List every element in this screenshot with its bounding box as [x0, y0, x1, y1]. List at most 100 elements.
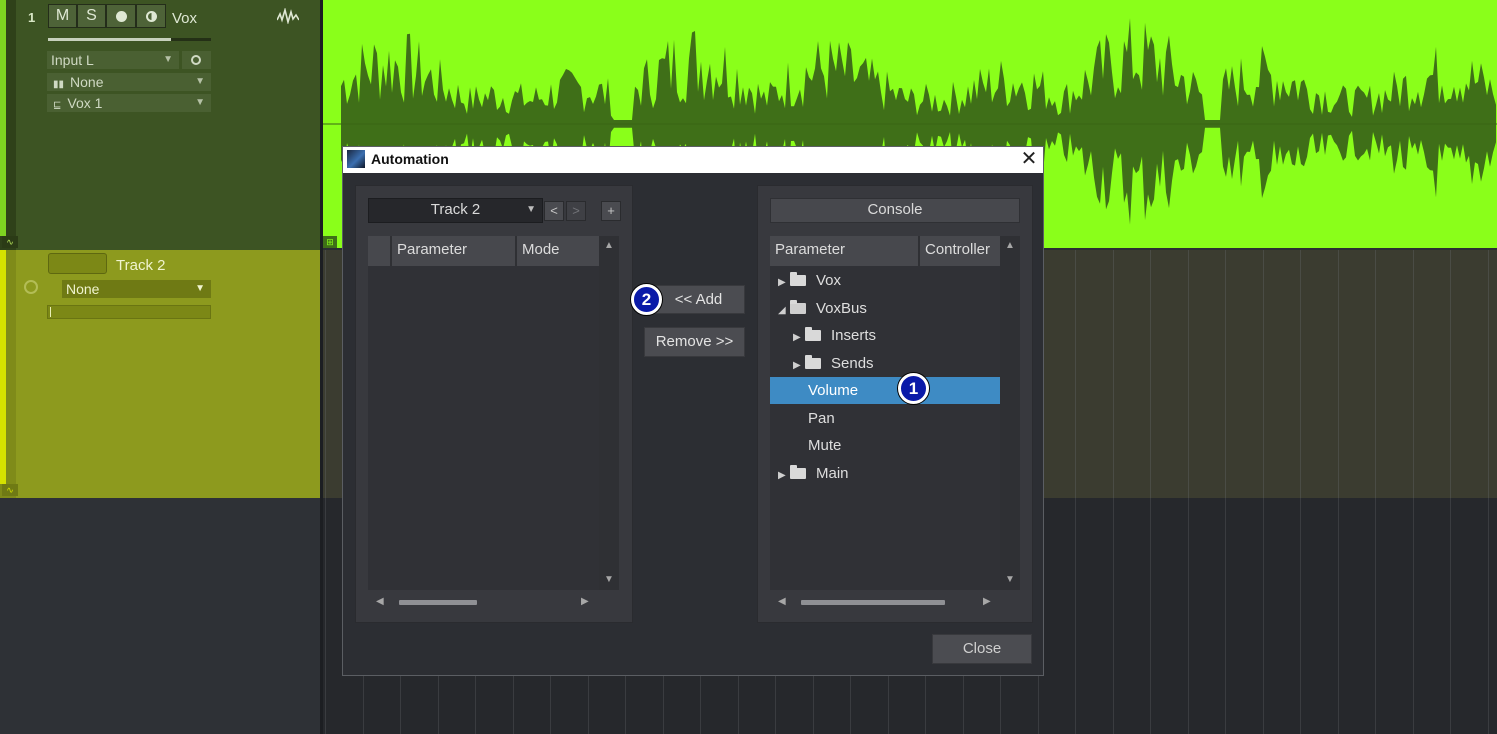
grid-line — [1263, 498, 1264, 734]
track-1-automation-icon[interactable]: ∿ — [2, 236, 18, 248]
track-2-automation-icon[interactable]: ∿ — [2, 484, 18, 496]
close-button[interactable]: Close — [932, 634, 1032, 664]
tree-item-vox[interactable]: ▶ Vox — [778, 267, 1000, 294]
automation-dialog: Automation ✕ Track 2 ▼ < > + Parameter M… — [342, 146, 1044, 676]
callout-badge-2: 2 — [631, 284, 662, 315]
grid-line — [1300, 498, 1301, 734]
folder-icon — [805, 355, 821, 369]
grid-line — [1413, 250, 1414, 498]
tree-item-sends[interactable]: ▶ Sends — [793, 350, 1000, 377]
tree-item-volume[interactable]: Volume — [770, 377, 1000, 404]
column-header-controller[interactable]: Controller — [920, 236, 1000, 266]
track-1-color-indicator — [0, 0, 6, 236]
expand-arrow-icon[interactable]: ▶ — [778, 269, 790, 296]
callout-badge-1: 1 — [898, 373, 929, 404]
grid-line — [1488, 498, 1489, 734]
grid-line — [1075, 498, 1076, 734]
track-2-parameter-value: None — [66, 281, 100, 297]
dialog-titlebar[interactable]: Automation ✕ — [343, 147, 1043, 173]
track-automation-panel: Track 2 ▼ < > + Parameter Mode ▲ ▼ ◀ ▶ — [355, 185, 633, 623]
column-header-parameter[interactable]: Parameter — [392, 236, 517, 266]
chevron-down-icon: ▼ — [195, 97, 205, 108]
close-icon[interactable]: ✕ — [1017, 148, 1041, 170]
add-button[interactable]: << Add — [652, 285, 745, 314]
track-1-volume-fader[interactable] — [48, 38, 171, 41]
event-envelope-icon[interactable]: ⊞ — [323, 236, 337, 248]
grid-line — [1188, 498, 1189, 734]
track-2-header[interactable]: ∿ Track 2 None ▼ — [0, 250, 322, 498]
input-monitor-toggle[interactable] — [182, 51, 211, 69]
track-2-value-slider[interactable] — [47, 305, 211, 319]
tree-item-label: Vox — [816, 272, 842, 289]
track-1-volume-fader-track — [171, 38, 211, 41]
grid-line — [1225, 250, 1226, 498]
expand-arrow-icon[interactable]: ▶ — [793, 324, 805, 351]
output-select[interactable]: ⊑ Vox 1 ▼ — [47, 94, 211, 112]
scroll-down-icon[interactable]: ▼ — [604, 574, 614, 585]
remove-button[interactable]: Remove >> — [644, 327, 745, 357]
grid-line — [1338, 250, 1339, 498]
horizontal-scroll-thumb[interactable] — [399, 600, 477, 605]
previous-track-button[interactable]: < — [544, 201, 564, 221]
record-arm-button[interactable] — [106, 4, 136, 28]
track-2-name[interactable]: Track 2 — [116, 257, 165, 274]
column-header-parameter[interactable]: Parameter — [770, 236, 920, 266]
grid-line — [1375, 498, 1376, 734]
mute-button[interactable]: M — [48, 4, 77, 28]
track-1-name[interactable]: Vox — [172, 10, 197, 27]
bars-icon: ▮▮ — [53, 79, 65, 90]
grid-line — [1413, 498, 1414, 734]
scroll-up-icon[interactable]: ▲ — [1005, 240, 1015, 251]
horizontal-scroll-thumb[interactable] — [801, 600, 945, 605]
input-select-value: Input L — [51, 52, 94, 68]
tree-item-inserts[interactable]: ▶ Inserts — [793, 322, 1000, 349]
app-icon — [347, 150, 365, 168]
grid-line — [1113, 498, 1114, 734]
folder-icon — [790, 465, 806, 479]
scroll-right-icon[interactable]: ▶ — [983, 596, 991, 607]
collapse-arrow-icon[interactable]: ◢ — [778, 297, 790, 324]
routing-icon: ⊑ — [53, 100, 62, 111]
scroll-up-icon[interactable]: ▲ — [604, 240, 614, 251]
grid-line — [325, 250, 326, 498]
grid-line — [1300, 250, 1301, 498]
assigned-parameters-list[interactable] — [368, 236, 599, 590]
vertical-scrollbar[interactable]: ▲ ▼ — [599, 236, 619, 590]
scroll-right-icon[interactable]: ▶ — [581, 596, 589, 607]
grid-line — [1113, 250, 1114, 498]
tree-item-label: Inserts — [831, 327, 877, 344]
next-track-button[interactable]: > — [566, 201, 586, 221]
tree-item-pan[interactable]: Pan — [770, 405, 1000, 432]
insert-select[interactable]: ▮▮ None ▼ — [47, 73, 211, 91]
expand-arrow-icon[interactable]: ▶ — [778, 462, 790, 489]
tree-item-label: VoxBus — [816, 300, 867, 317]
tree-item-main[interactable]: ▶ Main — [778, 460, 1000, 487]
expand-arrow-icon[interactable]: ▶ — [793, 352, 805, 379]
power-icon[interactable] — [24, 280, 38, 294]
add-track-button[interactable]: + — [601, 201, 621, 221]
column-header-mode[interactable]: Mode — [517, 236, 599, 266]
vertical-scrollbar[interactable]: ▲ ▼ — [1000, 236, 1020, 590]
monitor-button[interactable] — [136, 4, 166, 28]
tree-item-label: Main — [816, 465, 849, 482]
track-2-toggle-button[interactable] — [48, 253, 107, 274]
scroll-down-icon[interactable]: ▼ — [1005, 574, 1015, 585]
grid-line — [1225, 498, 1226, 734]
source-select[interactable]: Console — [770, 198, 1020, 223]
folder-icon — [790, 272, 806, 286]
grid-line — [1150, 250, 1151, 498]
track-1-header[interactable]: ∿ 1 M S Vox Input L ▼ ▮▮ None ▼ ⊑ Vox 1 ▼ — [0, 0, 322, 250]
input-select[interactable]: Input L ▼ — [47, 51, 179, 69]
tree-item-mute[interactable]: Mute — [770, 432, 1000, 459]
grid-line — [1375, 250, 1376, 498]
track-select[interactable]: Track 2 ▼ — [368, 198, 543, 223]
track-2-parameter-select[interactable]: None ▼ — [62, 280, 211, 298]
tree-item-voxbus[interactable]: ◢ VoxBus — [778, 295, 1000, 322]
dialog-title: Automation — [371, 151, 449, 167]
waveform-icon[interactable] — [276, 6, 300, 26]
solo-button[interactable]: S — [77, 4, 106, 28]
open-folder-icon — [790, 300, 806, 314]
scroll-left-icon[interactable]: ◀ — [778, 596, 786, 607]
scroll-left-icon[interactable]: ◀ — [376, 596, 384, 607]
grid-line — [1263, 250, 1264, 498]
